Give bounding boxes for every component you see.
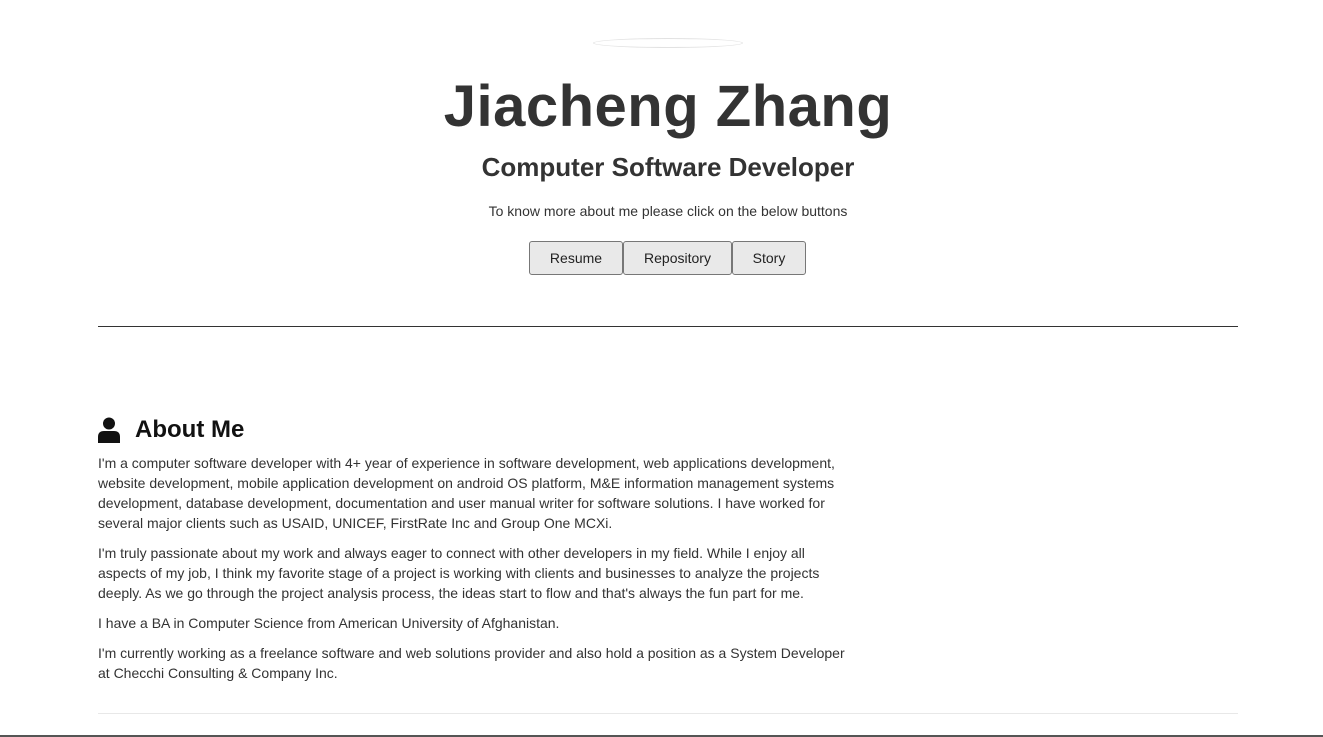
resume-button[interactable]: Resume [529,241,623,275]
about-paragraph: I'm currently working as a freelance sof… [98,645,845,681]
header-divider [98,326,1238,327]
page-title: Jiacheng Zhang [443,74,893,139]
about-paragraph: I'm a computer software developer with 4… [98,455,835,531]
repository-button[interactable]: Repository [623,241,732,275]
intro-text: To know more about me please click on th… [488,203,848,219]
job-title: Computer Software Developer [481,152,855,182]
about-body: I'm a computer software developer with 4… [98,453,850,693]
story-button[interactable]: Story [732,241,806,275]
about-paragraph: I'm truly passionate about my work and a… [98,545,820,601]
about-paragraph: I have a BA in Computer Science from Ame… [98,615,560,631]
user-icon [98,417,120,443]
section-divider [98,713,1238,714]
nav-button-group: Resume Repository Story [529,241,806,275]
about-title: About Me [135,416,245,443]
avatar [593,38,743,48]
about-header: About Me [98,414,244,446]
